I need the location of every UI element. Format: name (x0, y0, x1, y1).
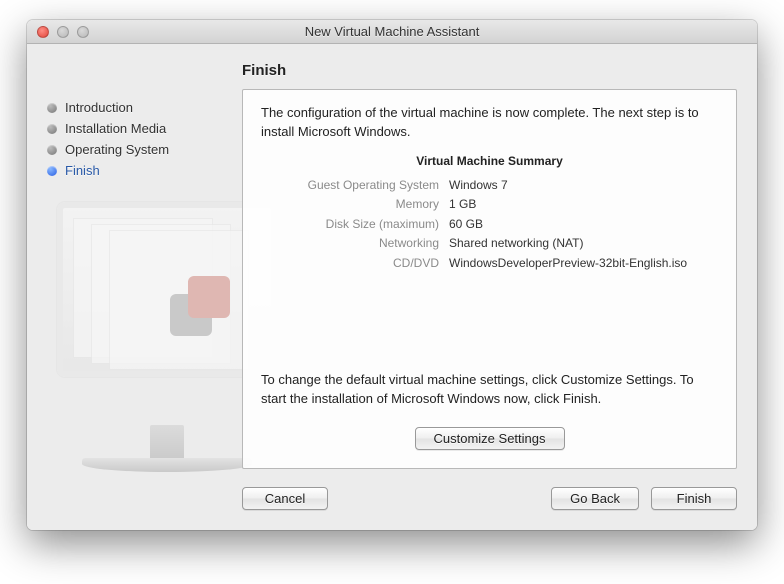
step-installation-media: Installation Media (47, 121, 242, 136)
step-introduction: Introduction (47, 100, 242, 115)
step-label: Introduction (65, 100, 133, 115)
bullet-icon (47, 166, 57, 176)
step-label: Operating System (65, 142, 169, 157)
summary-key: CD/DVD (261, 254, 449, 273)
summary-value: 1 GB (449, 195, 718, 214)
summary-value: 60 GB (449, 215, 718, 234)
summary-value: Shared networking (NAT) (449, 234, 718, 253)
traffic-lights (37, 26, 89, 38)
outro-text: To change the default virtual machine se… (261, 371, 718, 409)
content-area: Introduction Installation Media Operatin… (27, 44, 757, 530)
summary-key: Guest Operating System (261, 176, 449, 195)
summary-row-memory: Memory 1 GB (261, 195, 718, 214)
summary-panel: The configuration of the virtual machine… (242, 89, 737, 469)
step-finish: Finish (47, 163, 242, 178)
vm-logo-icon (170, 276, 230, 336)
summary-row-networking: Networking Shared networking (NAT) (261, 234, 718, 253)
step-operating-system: Operating System (47, 142, 242, 157)
finish-button[interactable]: Finish (651, 487, 737, 510)
close-icon[interactable] (37, 26, 49, 38)
titlebar: New Virtual Machine Assistant (27, 20, 757, 44)
customize-settings-button[interactable]: Customize Settings (415, 427, 565, 450)
minimize-icon (57, 26, 69, 38)
window-title: New Virtual Machine Assistant (305, 24, 480, 39)
step-label: Finish (65, 163, 100, 178)
summary-heading: Virtual Machine Summary (261, 154, 718, 168)
assistant-window: New Virtual Machine Assistant Introducti… (27, 20, 757, 530)
summary-value: Windows 7 (449, 176, 718, 195)
bullet-icon (47, 124, 57, 134)
step-label: Installation Media (65, 121, 166, 136)
footer-buttons: Cancel Go Back Finish (47, 487, 737, 510)
bullet-icon (47, 145, 57, 155)
main-panel: Finish The configuration of the virtual … (242, 62, 737, 469)
zoom-icon (77, 26, 89, 38)
summary-value: WindowsDeveloperPreview-32bit-English.is… (449, 254, 718, 273)
summary-row-disk-size: Disk Size (maximum) 60 GB (261, 215, 718, 234)
summary-key: Memory (261, 195, 449, 214)
summary-row-cd-dvd: CD/DVD WindowsDeveloperPreview-32bit-Eng… (261, 254, 718, 273)
step-sidebar: Introduction Installation Media Operatin… (47, 62, 242, 469)
summary-key: Disk Size (maximum) (261, 215, 449, 234)
summary-row-guest-os: Guest Operating System Windows 7 (261, 176, 718, 195)
page-title: Finish (242, 62, 737, 79)
summary-key: Networking (261, 234, 449, 253)
intro-text: The configuration of the virtual machine… (261, 104, 718, 142)
go-back-button[interactable]: Go Back (551, 487, 639, 510)
cancel-button[interactable]: Cancel (242, 487, 328, 510)
bullet-icon (47, 103, 57, 113)
